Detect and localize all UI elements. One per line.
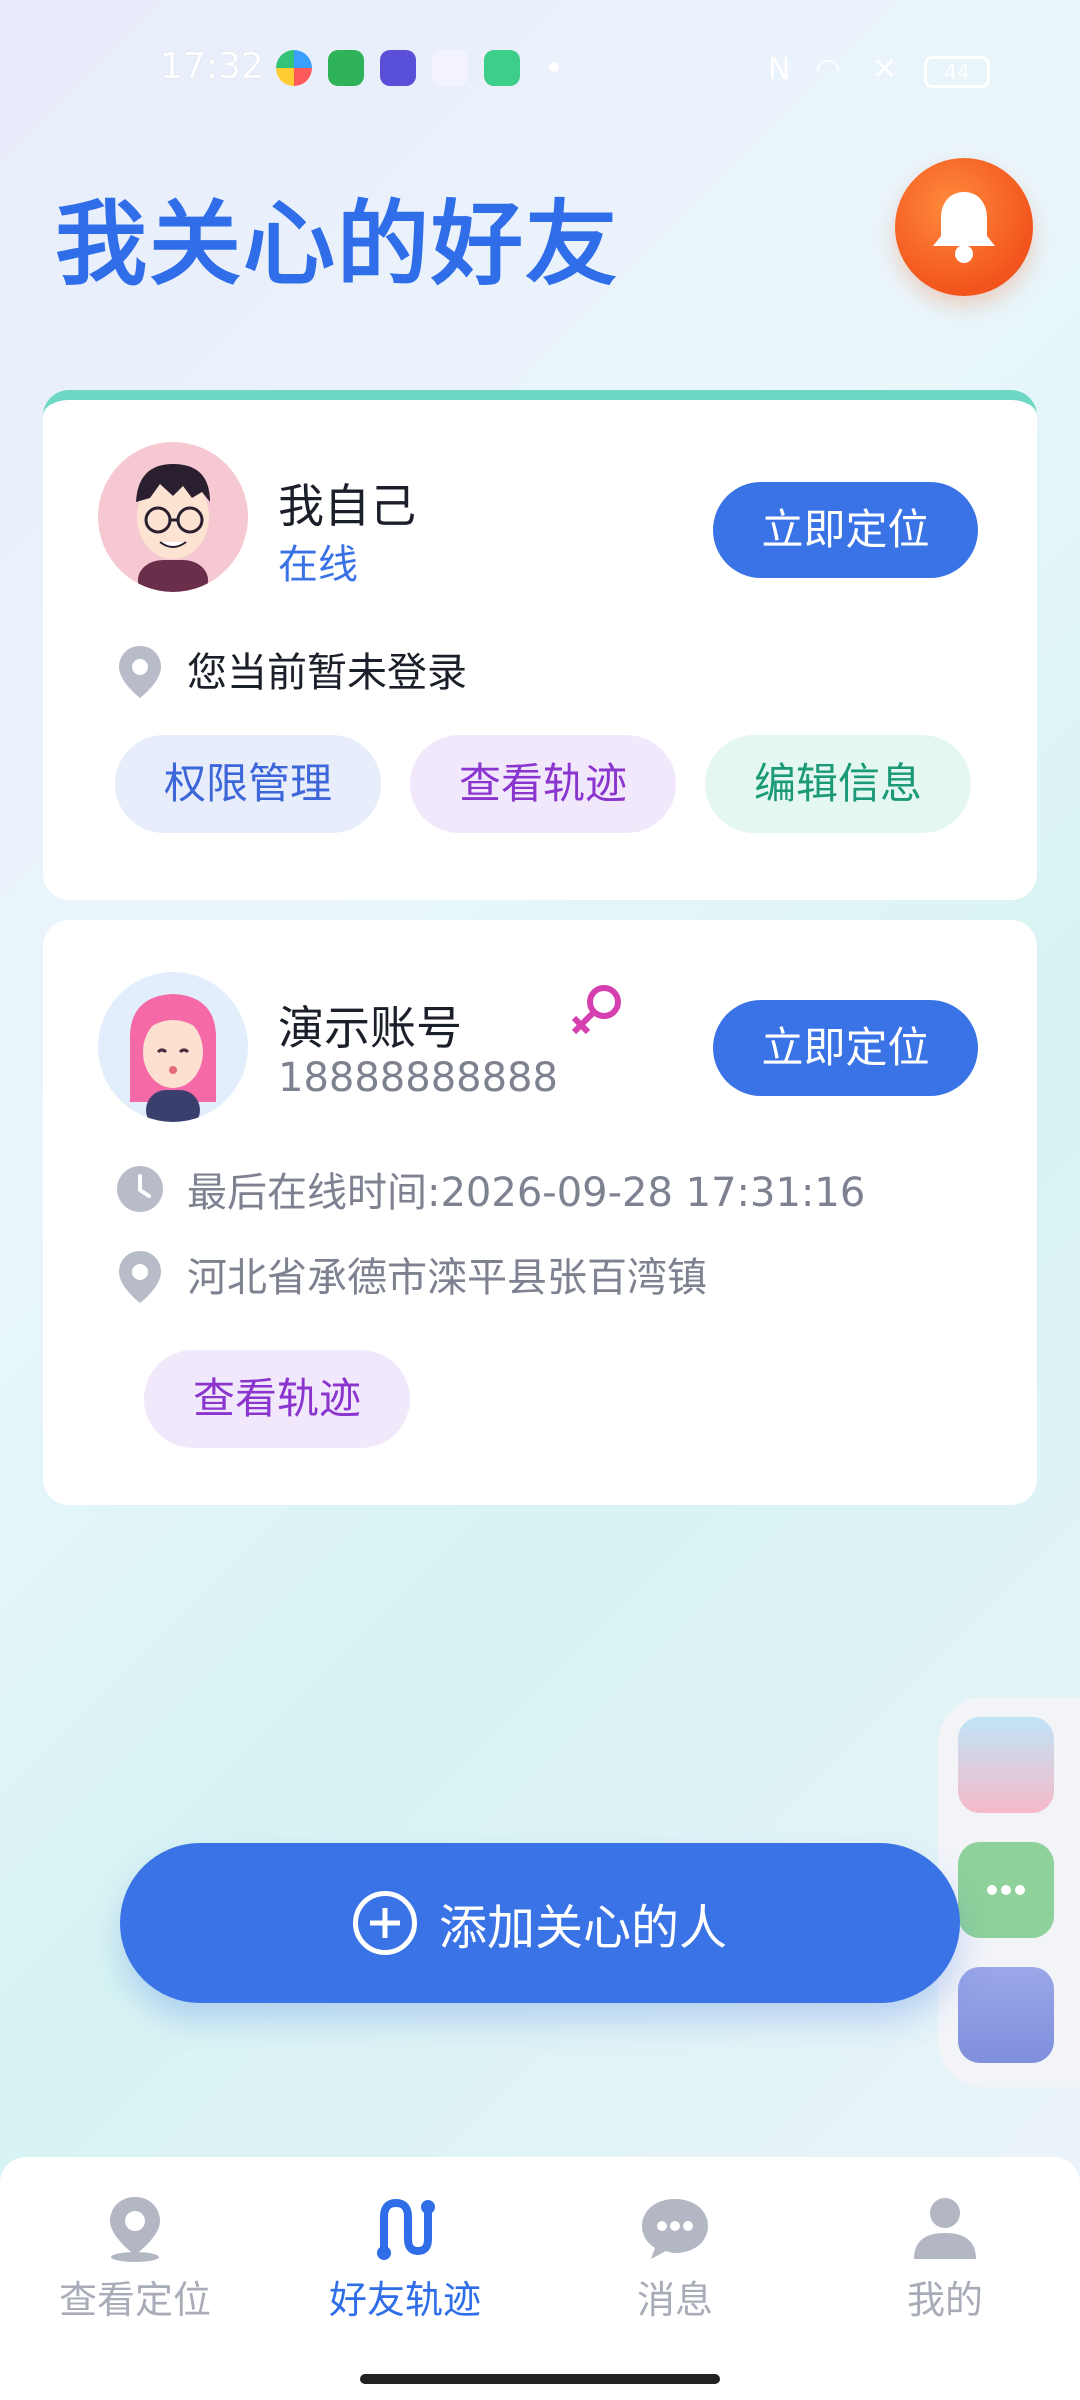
- chat-bubble-icon: [642, 2199, 708, 2259]
- permission-manage-button[interactable]: 权限管理: [115, 735, 381, 833]
- self-card: 我自己 在线 立即定位 您当前暂未登录 权限管理 查看轨迹 编辑信息: [43, 390, 1037, 900]
- tab-friend-track[interactable]: 好友轨迹: [305, 2193, 505, 2324]
- self-name: 我自己: [278, 479, 416, 533]
- friend-name: 演示账号: [278, 1001, 462, 1055]
- self-view-track-button[interactable]: 查看轨迹: [410, 735, 676, 833]
- bottom-tab-bar: 查看定位 好友轨迹 消息 我的: [0, 2157, 1080, 2400]
- cloud-app-icon: [432, 50, 468, 86]
- leaf-app-icon: [484, 50, 520, 86]
- battery-icon: 44: [924, 56, 990, 88]
- location-pin-icon: [115, 644, 165, 698]
- tab-label: 我的: [906, 2278, 983, 2322]
- friend-view-track-button[interactable]: 查看轨迹: [144, 1350, 410, 1448]
- shield-app-icon: [328, 50, 364, 86]
- female-gender-icon: [568, 980, 628, 1044]
- wifi-icon: ◠: [815, 52, 842, 87]
- self-location-row: 您当前暂未登录: [115, 640, 467, 698]
- notification-button[interactable]: [895, 158, 1033, 296]
- self-locate-button[interactable]: 立即定位: [713, 482, 978, 578]
- cartoon-sticker-icon[interactable]: [958, 1717, 1054, 1813]
- add-care-person-button[interactable]: 添加关心的人: [120, 1843, 960, 2003]
- tab-label: 好友轨迹: [328, 2278, 481, 2322]
- friend-locate-button[interactable]: 立即定位: [713, 1000, 978, 1096]
- page-title: 我关心的好友: [55, 191, 620, 298]
- dot-icon: [549, 62, 559, 72]
- sim-off-icon: ✕: [872, 52, 898, 87]
- app-notification-icon: [276, 50, 312, 86]
- tab-mine[interactable]: 我的: [845, 2193, 1045, 2324]
- more-chat-icon[interactable]: [958, 1842, 1054, 1938]
- status-bar: 17:32 N ◠ ✕ 44: [0, 0, 1080, 135]
- last-online-text: 最后在线时间:2026-09-28 17:31:16: [187, 1170, 866, 1216]
- plus-circle-icon: [352, 1891, 417, 1955]
- nfc-icon: N: [768, 52, 791, 87]
- tab-label: 消息: [636, 2278, 713, 2322]
- friend-phone: 18888888888: [278, 1055, 558, 1101]
- friend-address: 河北省承德市滦平县张百湾镇: [187, 1255, 707, 1301]
- clock-icon: [115, 1164, 165, 1214]
- friend-card: 演示账号 18888888888 立即定位 最后在线时间:2026-09-28 …: [43, 920, 1037, 1505]
- home-indicator[interactable]: [360, 2374, 720, 2384]
- tab-view-location[interactable]: 查看定位: [35, 2193, 235, 2324]
- online-status: 在线: [278, 542, 358, 588]
- avatar: [98, 972, 248, 1122]
- address-row: 河北省承德市滦平县张百湾镇: [115, 1245, 707, 1303]
- cat-app-icon[interactable]: [958, 1967, 1054, 2063]
- location-pin-icon: [110, 2197, 160, 2262]
- floating-toolbar: [938, 1697, 1080, 2087]
- add-care-person-label: 添加关心的人: [438, 1900, 727, 1956]
- person-icon: [914, 2198, 976, 2259]
- status-time: 17:32: [160, 46, 264, 87]
- edit-info-button[interactable]: 编辑信息: [705, 735, 971, 833]
- tieba-app-icon: [380, 50, 416, 86]
- route-icon: [377, 2198, 435, 2260]
- tab-label: 查看定位: [58, 2278, 211, 2322]
- last-online-row: 最后在线时间:2026-09-28 17:31:16: [115, 1160, 865, 1218]
- location-pin-icon: [115, 1249, 165, 1303]
- bell-icon: [933, 192, 995, 263]
- tab-messages[interactable]: 消息: [575, 2193, 775, 2324]
- avatar: [98, 442, 248, 592]
- self-location-text: 您当前暂未登录: [187, 650, 467, 696]
